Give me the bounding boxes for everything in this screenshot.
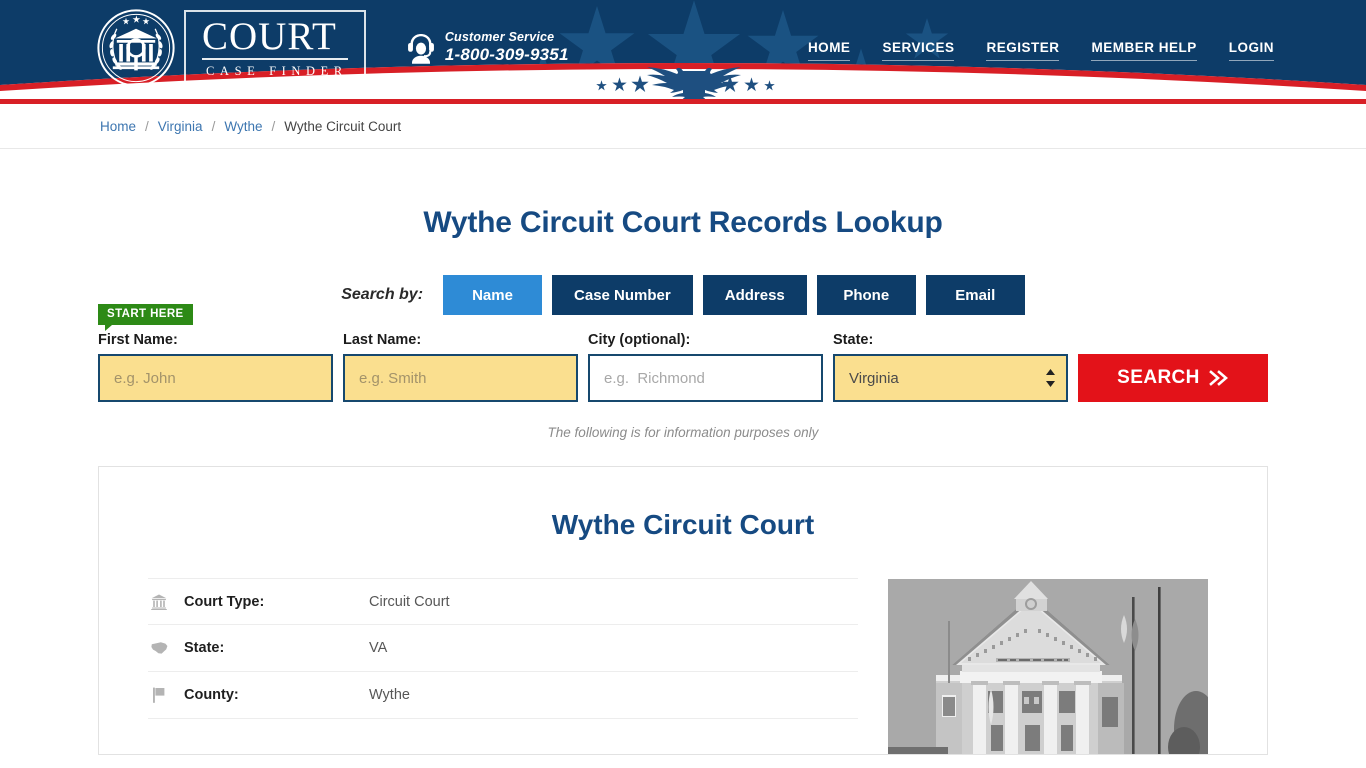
table-row: State: VA (148, 625, 858, 672)
court-details-list: Court Type: Circuit Court State: VA Coun… (148, 578, 858, 754)
court-seal-icon (97, 9, 175, 87)
search-button[interactable]: SEARCH (1078, 354, 1268, 402)
detail-label-state: State: (184, 640, 225, 656)
last-name-label: Last Name: (343, 332, 422, 348)
tab-name[interactable]: Name (443, 275, 543, 315)
last-name-input[interactable] (343, 354, 578, 402)
breadcrumb-separator: / (271, 118, 276, 134)
detail-label-county: County: (184, 687, 239, 703)
search-form: START HERE First Name: Last Name: City (… (0, 304, 1366, 402)
us-map-icon (148, 641, 170, 655)
customer-service-block[interactable]: Customer Service 1-800-309-9351 (406, 30, 569, 65)
breadcrumb-item-wythe[interactable]: Wythe (224, 119, 262, 134)
headset-support-icon (407, 33, 434, 64)
search-by-tabs: Search by: Name Case Number Address Phon… (0, 275, 1366, 315)
site-logo[interactable]: COURT CASE FINDER (96, 8, 366, 88)
breadcrumb-separator: / (145, 118, 149, 134)
nav-item-services[interactable]: SERVICES (882, 40, 955, 61)
breadcrumb-item-virginia[interactable]: Virginia (158, 119, 203, 134)
state-field-group: State: Virginia (833, 332, 1068, 402)
nav-item-home[interactable]: HOME (807, 40, 851, 61)
breadcrumb-separator: / (211, 118, 216, 134)
nav-item-member-help[interactable]: MEMBER HELP (1091, 40, 1197, 61)
breadcrumb-item-current: Wythe Circuit Court (284, 118, 402, 134)
table-row: County: Wythe (148, 672, 858, 719)
logo-title: COURT (202, 16, 348, 60)
customer-service-label: Customer Service (444, 30, 555, 44)
breadcrumb-item-home[interactable]: Home (100, 119, 136, 134)
first-name-label: First Name: (98, 332, 178, 348)
logo-text-box: COURT CASE FINDER (184, 9, 366, 87)
tab-case-number[interactable]: Case Number (552, 275, 693, 315)
city-field-group: City (optional): (588, 332, 823, 402)
search-button-label: SEARCH (1117, 367, 1200, 388)
customer-service-text: Customer Service 1-800-309-9351 (445, 30, 569, 65)
main-navigation: HOME SERVICES REGISTER MEMBER HELP LOGIN (807, 40, 1274, 61)
detail-value-county: Wythe (369, 687, 410, 703)
disclaimer-text: The following is for information purpose… (547, 425, 819, 440)
first-name-input[interactable] (98, 354, 333, 402)
search-by-label: Search by: (341, 286, 424, 303)
tab-phone[interactable]: Phone (816, 275, 916, 315)
site-header: COURT CASE FINDER Customer Service 1-800… (0, 0, 1366, 99)
first-name-field-group: First Name: (98, 332, 333, 402)
tab-email[interactable]: Email (925, 275, 1025, 315)
court-card-body: Court Type: Circuit Court State: VA Coun… (99, 541, 1267, 754)
flag-icon (148, 687, 170, 703)
tab-address[interactable]: Address (702, 275, 807, 315)
last-name-field-group: Last Name: (343, 332, 578, 402)
bank-building-icon (148, 594, 170, 610)
breadcrumb: Home / Virginia / Wythe / Wythe Circuit … (0, 104, 1366, 149)
court-card-title: Wythe Circuit Court (551, 509, 815, 540)
courthouse-photo (888, 579, 1208, 754)
nav-item-login[interactable]: LOGIN (1228, 40, 1274, 61)
city-input[interactable] (588, 354, 823, 402)
detail-value-court-type: Circuit Court (369, 593, 450, 610)
state-select[interactable]: Virginia (833, 354, 1068, 402)
detail-label-court-type: Court Type: (184, 593, 265, 610)
city-label: City (optional): (588, 332, 691, 348)
page-title: Wythe Circuit Court Records Lookup (423, 206, 943, 239)
nav-item-register[interactable]: REGISTER (986, 40, 1060, 61)
double-chevron-right-icon (1208, 370, 1228, 386)
detail-value-state: VA (369, 640, 388, 656)
customer-service-phone: 1-800-309-9351 (444, 45, 569, 64)
state-label: State: (833, 332, 874, 348)
state-select-wrap: Virginia (833, 354, 1068, 402)
court-info-card: Wythe Circuit Court Court Type: Circuit … (98, 466, 1268, 755)
logo-subtitle: CASE FINDER (206, 63, 348, 78)
table-row: Court Type: Circuit Court (148, 578, 858, 625)
start-here-badge: START HERE (98, 304, 193, 331)
